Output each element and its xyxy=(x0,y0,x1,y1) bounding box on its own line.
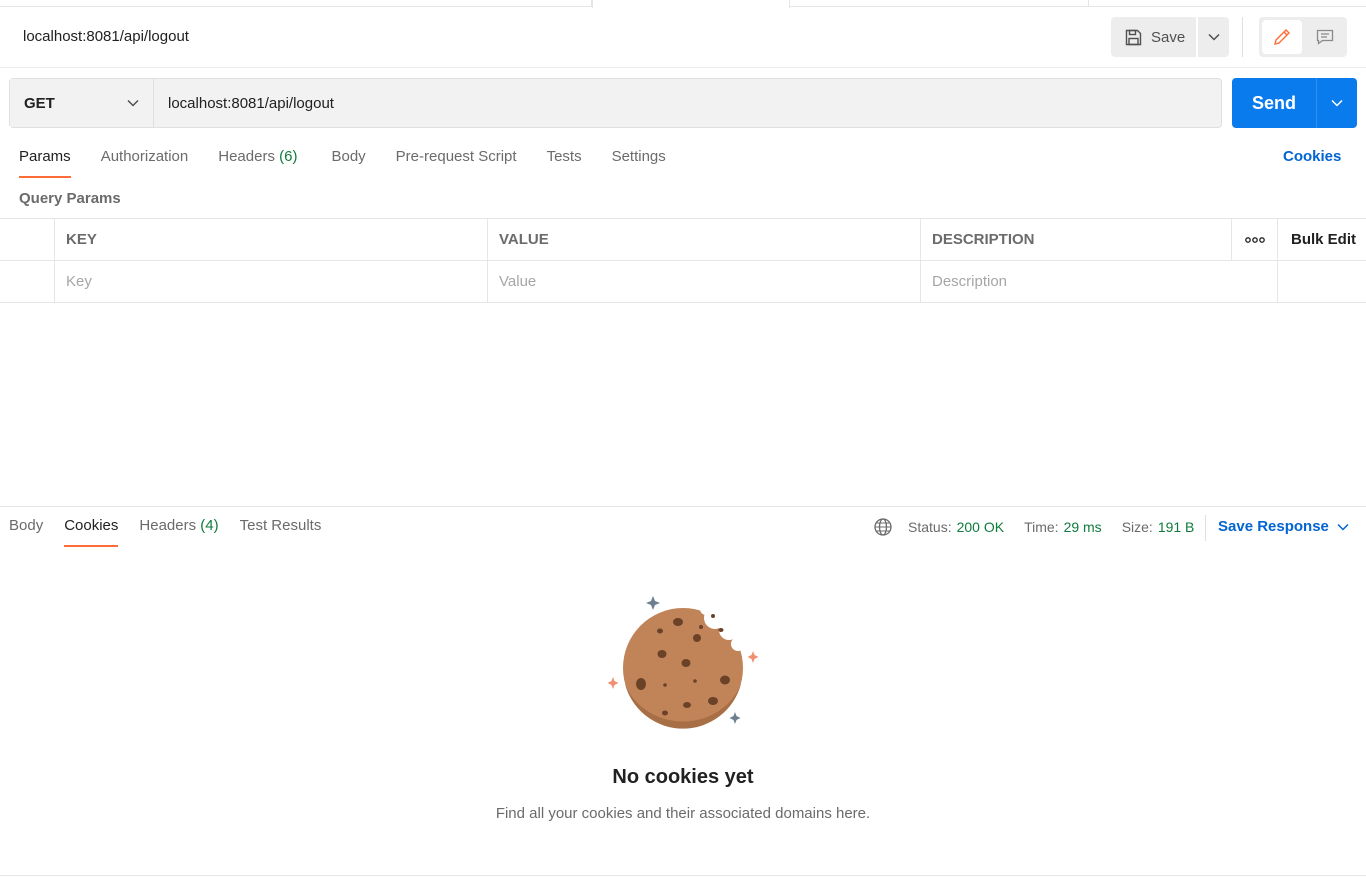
response-tab-headers[interactable]: Headers (4) xyxy=(139,517,218,547)
tab-label: Tests xyxy=(546,148,582,165)
tab-label: Test Results xyxy=(239,517,322,534)
comment-icon xyxy=(1316,29,1334,45)
tab-label: Settings xyxy=(611,148,666,165)
mode-toggle xyxy=(1259,17,1347,57)
time-label: Time: xyxy=(1024,519,1059,535)
tab-label: Pre-request Script xyxy=(395,148,517,165)
status-value[interactable]: 200 OK xyxy=(957,519,1004,535)
row-checkbox-column xyxy=(0,219,55,260)
status-label: Status: xyxy=(908,519,952,535)
time-value[interactable]: 29 ms xyxy=(1064,519,1102,535)
response-meta: Status: 200 OK Time: 29 ms Size: 191 B xyxy=(873,517,1214,537)
cookies-link[interactable]: Cookies xyxy=(1283,148,1341,165)
tab-tests[interactable]: Tests xyxy=(547,148,582,178)
bulk-edit-button[interactable]: Bulk Edit xyxy=(1278,219,1366,260)
request-tabs: Params Authorization Headers (6) Body Pr… xyxy=(19,148,696,178)
size-group: Size: 191 B xyxy=(1122,519,1195,535)
send-button[interactable]: Send xyxy=(1232,78,1316,128)
empty-state-title: No cookies yet xyxy=(612,766,754,788)
send-group: Send xyxy=(1232,78,1357,128)
key-input[interactable]: Key xyxy=(55,261,488,302)
edit-mode-button[interactable] xyxy=(1262,20,1302,54)
meta-divider xyxy=(1205,515,1206,541)
value-input[interactable]: Value xyxy=(488,261,921,302)
cookie-illustration xyxy=(607,596,759,729)
save-group: Save xyxy=(1111,17,1229,57)
save-response-label: Save Response xyxy=(1218,518,1329,535)
row-filler xyxy=(1278,261,1366,302)
column-header-key: KEY xyxy=(55,219,488,260)
save-label: Save xyxy=(1151,28,1186,46)
comment-mode-button[interactable] xyxy=(1307,20,1343,54)
column-header-value: VALUE xyxy=(488,219,921,260)
tab-label: Body xyxy=(9,517,44,534)
tab-params[interactable]: Params xyxy=(19,148,71,178)
query-params-label: Query Params xyxy=(19,190,121,207)
save-button[interactable]: Save xyxy=(1111,17,1196,57)
chevron-down-icon xyxy=(1337,523,1349,531)
more-options-button[interactable] xyxy=(1232,219,1278,260)
send-options-button[interactable] xyxy=(1317,78,1357,128)
response-tab-test-results[interactable]: Test Results xyxy=(240,517,322,547)
bottom-divider xyxy=(0,875,1366,876)
row-checkbox-cell xyxy=(0,261,55,302)
tab-label: Params xyxy=(19,148,71,165)
chevron-down-icon xyxy=(1331,99,1343,107)
tab-label: Authorization xyxy=(100,148,189,165)
tab-strip xyxy=(0,0,1366,8)
tab-label: Headers xyxy=(218,148,275,165)
size-value[interactable]: 191 B xyxy=(1158,519,1195,535)
divider xyxy=(1242,17,1243,57)
tab-authorization[interactable]: Authorization xyxy=(101,148,189,178)
tab-label: Cookies xyxy=(64,517,119,534)
header-divider xyxy=(0,67,1366,68)
more-icon xyxy=(1244,236,1265,243)
globe-icon[interactable] xyxy=(873,517,893,537)
save-icon xyxy=(1125,29,1142,45)
tab-label: Body xyxy=(331,148,366,165)
tab-settings[interactable]: Settings xyxy=(612,148,666,178)
table-header-row: KEY VALUE DESCRIPTION Bulk Edit xyxy=(0,219,1366,261)
response-tab-body[interactable]: Body xyxy=(9,517,43,547)
save-response-button[interactable]: Save Response xyxy=(1218,518,1349,535)
table-row: Key Value Description xyxy=(0,261,1366,303)
url-bar: GET localhost:8081/api/logout xyxy=(9,78,1222,128)
method-label: GET xyxy=(24,94,55,112)
tab-strip-active[interactable] xyxy=(592,0,790,8)
tab-headers[interactable]: Headers (6) xyxy=(218,148,297,178)
tab-strip-segment[interactable] xyxy=(790,0,1089,7)
status-group: Status: 200 OK xyxy=(908,519,1004,535)
column-header-description: DESCRIPTION xyxy=(921,219,1232,260)
response-tabs: Body Cookies Headers (4) Test Results xyxy=(9,517,342,547)
chevron-down-icon xyxy=(127,99,139,107)
tab-body[interactable]: Body xyxy=(331,148,365,178)
pencil-icon xyxy=(1274,29,1290,45)
tab-pre-request-script[interactable]: Pre-request Script xyxy=(396,148,517,178)
description-input[interactable]: Description xyxy=(921,261,1278,302)
chevron-down-icon xyxy=(1207,33,1220,41)
method-select[interactable]: GET xyxy=(10,79,154,127)
save-options-button[interactable] xyxy=(1198,17,1229,57)
url-input[interactable]: localhost:8081/api/logout xyxy=(154,79,1221,127)
tab-label: Headers xyxy=(139,517,197,534)
tab-count: (6) xyxy=(279,148,298,165)
response-tab-cookies[interactable]: Cookies xyxy=(64,517,119,547)
tab-strip-segment[interactable] xyxy=(0,0,592,7)
request-title[interactable]: localhost:8081/api/logout xyxy=(23,28,189,45)
time-group: Time: 29 ms xyxy=(1024,519,1102,535)
empty-state-subtitle: Find all your cookies and their associat… xyxy=(495,805,871,822)
tab-count: (4) xyxy=(200,517,219,534)
response-divider xyxy=(0,506,1366,507)
params-table: KEY VALUE DESCRIPTION Bulk Edit Key Valu… xyxy=(0,218,1366,303)
size-label: Size: xyxy=(1121,519,1153,535)
